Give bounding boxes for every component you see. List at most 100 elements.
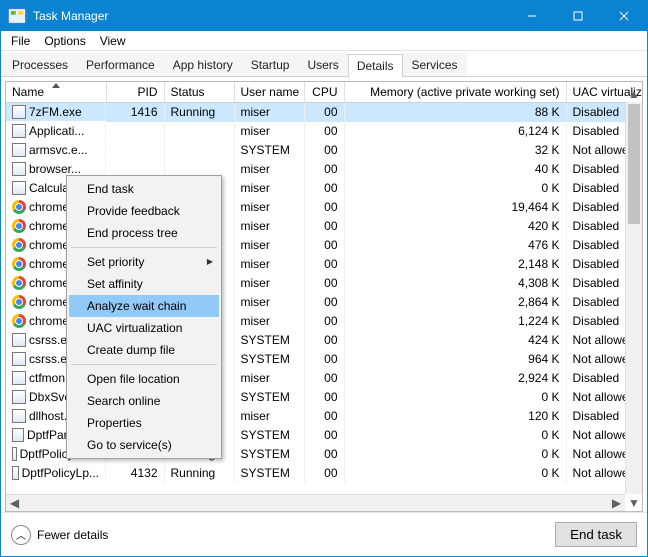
process-icon bbox=[12, 390, 26, 404]
process-memory: 32 K bbox=[344, 141, 566, 160]
process-status bbox=[164, 122, 234, 141]
table-row[interactable]: armsvc.e...SYSTEM0032 KNot allowed bbox=[6, 141, 643, 160]
vertical-scrollbar[interactable]: ▲ ▼ bbox=[625, 102, 642, 494]
process-memory: 88 K bbox=[344, 103, 566, 122]
cm-open-file-location[interactable]: Open file location bbox=[69, 368, 219, 390]
process-cpu: 00 bbox=[304, 217, 344, 236]
cm-end-task[interactable]: End task bbox=[69, 178, 219, 200]
process-status: Running bbox=[164, 464, 234, 483]
menu-options[interactable]: Options bbox=[38, 32, 91, 50]
process-user: miser bbox=[234, 236, 304, 255]
column-name[interactable]: Name bbox=[6, 82, 106, 103]
process-cpu: 00 bbox=[304, 369, 344, 388]
cm-uac-virtualization[interactable]: UAC virtualization bbox=[69, 317, 219, 339]
process-user: SYSTEM bbox=[234, 350, 304, 369]
process-memory: 0 K bbox=[344, 445, 566, 464]
process-icon bbox=[12, 200, 26, 214]
cm-analyze-wait-chain[interactable]: Analyze wait chain bbox=[69, 295, 219, 317]
process-memory: 0 K bbox=[344, 388, 566, 407]
process-user: miser bbox=[234, 312, 304, 331]
process-icon bbox=[12, 314, 26, 328]
tab-processes[interactable]: Processes bbox=[3, 53, 77, 76]
process-cpu: 00 bbox=[304, 141, 344, 160]
process-icon bbox=[12, 352, 26, 366]
tab-details[interactable]: Details bbox=[348, 54, 403, 77]
process-user: miser bbox=[234, 179, 304, 198]
process-cpu: 00 bbox=[304, 445, 344, 464]
process-user: miser bbox=[234, 122, 304, 141]
process-icon bbox=[12, 447, 17, 461]
process-user: miser bbox=[234, 293, 304, 312]
fewer-details-button[interactable]: ︿ Fewer details bbox=[11, 525, 108, 545]
process-icon bbox=[12, 295, 26, 309]
scroll-thumb[interactable] bbox=[628, 104, 640, 224]
process-memory: 0 K bbox=[344, 179, 566, 198]
process-icon bbox=[12, 143, 26, 157]
menu-view[interactable]: View bbox=[94, 32, 132, 50]
process-name: 7zFM.exe bbox=[29, 105, 82, 119]
process-user: miser bbox=[234, 274, 304, 293]
process-cpu: 00 bbox=[304, 312, 344, 331]
process-memory: 964 K bbox=[344, 350, 566, 369]
process-memory: 424 K bbox=[344, 331, 566, 350]
process-icon bbox=[12, 181, 26, 195]
scroll-right-arrow[interactable]: ▶ bbox=[608, 495, 625, 511]
table-row[interactable]: 7zFM.exe1416Runningmiser0088 KDisabled bbox=[6, 103, 643, 122]
process-memory: 40 K bbox=[344, 160, 566, 179]
cm-go-to-services[interactable]: Go to service(s) bbox=[69, 434, 219, 456]
process-user: SYSTEM bbox=[234, 445, 304, 464]
process-user: miser bbox=[234, 217, 304, 236]
process-name: chrome bbox=[29, 314, 69, 328]
process-user: miser bbox=[234, 407, 304, 426]
process-icon bbox=[12, 219, 26, 233]
column-pid[interactable]: PID bbox=[106, 82, 164, 103]
column-status[interactable]: Status bbox=[164, 82, 234, 103]
cm-set-affinity[interactable]: Set affinity bbox=[69, 273, 219, 295]
process-pid: 4132 bbox=[106, 464, 164, 483]
process-memory: 0 K bbox=[344, 426, 566, 445]
horizontal-scrollbar[interactable]: ◀ ▶ bbox=[6, 494, 625, 511]
process-user: SYSTEM bbox=[234, 426, 304, 445]
column-cpu[interactable]: CPU bbox=[304, 82, 344, 103]
process-cpu: 00 bbox=[304, 293, 344, 312]
tab-startup[interactable]: Startup bbox=[242, 53, 299, 76]
process-cpu: 00 bbox=[304, 274, 344, 293]
column-memory[interactable]: Memory (active private working set) bbox=[344, 82, 566, 103]
process-memory: 120 K bbox=[344, 407, 566, 426]
close-button[interactable] bbox=[601, 1, 647, 31]
fewer-details-label: Fewer details bbox=[37, 528, 108, 542]
cm-separator bbox=[71, 364, 217, 365]
chevron-up-icon: ︿ bbox=[11, 525, 31, 545]
table-row[interactable]: Applicati...miser006,124 KDisabled bbox=[6, 122, 643, 141]
process-icon bbox=[12, 428, 24, 442]
process-name: chrome bbox=[29, 200, 69, 214]
process-name: DptfPolicyLp... bbox=[22, 466, 99, 480]
scroll-left-arrow[interactable]: ◀ bbox=[6, 495, 23, 511]
scroll-up-arrow[interactable]: ▲ bbox=[626, 85, 642, 102]
process-cpu: 00 bbox=[304, 236, 344, 255]
maximize-button[interactable] bbox=[555, 1, 601, 31]
tab-services[interactable]: Services bbox=[403, 53, 467, 76]
tab-users[interactable]: Users bbox=[298, 53, 347, 76]
process-icon bbox=[12, 257, 26, 271]
end-task-button[interactable]: End task bbox=[555, 522, 637, 547]
process-memory: 6,124 K bbox=[344, 122, 566, 141]
process-pid bbox=[106, 141, 164, 160]
table-row[interactable]: DptfPolicyLp...4132RunningSYSTEM000 KNot… bbox=[6, 464, 643, 483]
column-user[interactable]: User name bbox=[234, 82, 304, 103]
cm-set-priority[interactable]: Set priority bbox=[69, 251, 219, 273]
menu-file[interactable]: File bbox=[5, 32, 36, 50]
cm-create-dump-file[interactable]: Create dump file bbox=[69, 339, 219, 361]
cm-search-online[interactable]: Search online bbox=[69, 390, 219, 412]
context-menu: End task Provide feedback End process tr… bbox=[66, 175, 222, 459]
cm-provide-feedback[interactable]: Provide feedback bbox=[69, 200, 219, 222]
titlebar[interactable]: Task Manager bbox=[1, 1, 647, 31]
minimize-button[interactable] bbox=[509, 1, 555, 31]
process-icon bbox=[12, 466, 19, 480]
tab-app-history[interactable]: App history bbox=[164, 53, 242, 76]
process-status bbox=[164, 141, 234, 160]
cm-properties[interactable]: Properties bbox=[69, 412, 219, 434]
tab-performance[interactable]: Performance bbox=[77, 53, 164, 76]
scroll-down-arrow[interactable]: ▼ bbox=[626, 494, 642, 511]
cm-end-process-tree[interactable]: End process tree bbox=[69, 222, 219, 244]
